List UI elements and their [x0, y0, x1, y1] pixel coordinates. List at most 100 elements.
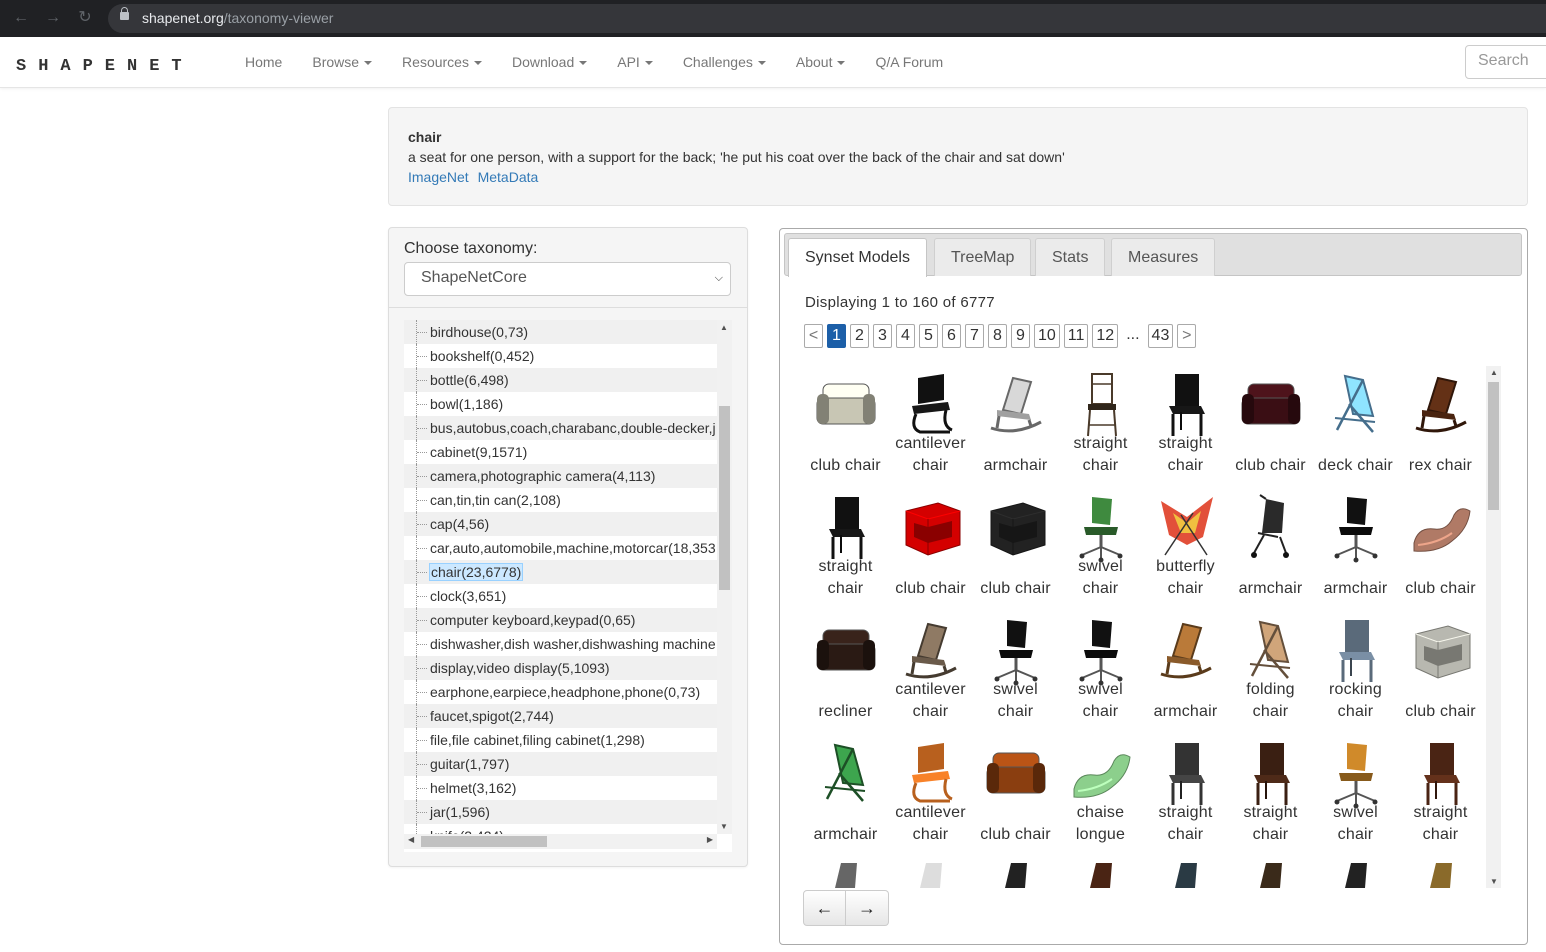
tab-stats[interactable]: Stats	[1035, 238, 1106, 276]
nav-resources[interactable]: Resources	[387, 37, 497, 88]
page-button[interactable]: 10	[1034, 324, 1060, 348]
page-button[interactable]: 3	[873, 324, 892, 348]
page-button[interactable]: 6	[942, 324, 961, 348]
tree-node[interactable]: birdhouse(0,73)	[404, 320, 717, 344]
scroll-thumb[interactable]	[421, 836, 547, 847]
model-thumbnail[interactable]: club chair	[1398, 612, 1483, 735]
model-thumbnail[interactable]: recliner	[803, 612, 888, 735]
model-thumbnail[interactable]: cantilever chair	[888, 735, 973, 858]
tree-horizontal-scrollbar[interactable]: ◀ ▶	[404, 834, 717, 849]
model-thumbnail[interactable]: club chair	[973, 489, 1058, 612]
prev-arrow-button[interactable]: ←	[803, 890, 846, 926]
tree-node[interactable]: guitar(1,797)	[404, 752, 717, 776]
model-thumbnail[interactable]: armchair	[1143, 612, 1228, 735]
taxonomy-select[interactable]: ShapeNetCore ⌵	[404, 262, 731, 296]
page-prev-button[interactable]: <	[804, 324, 823, 348]
tree-node[interactable]: cap(4,56)	[404, 512, 717, 536]
tree-node[interactable]: faucet,spigot(2,744)	[404, 704, 717, 728]
model-thumbnail[interactable]: cantilever chair	[888, 366, 973, 489]
tree-node[interactable]: bus,autobus,coach,charabanc,double-decke…	[404, 416, 717, 440]
scroll-left-icon[interactable]: ◀	[408, 835, 414, 844]
model-thumbnail[interactable]: club chair	[803, 366, 888, 489]
model-thumbnail[interactable]: straight chair	[1398, 735, 1483, 858]
tree-node[interactable]: knife(2,424)	[404, 824, 717, 834]
page-button[interactable]: 8	[988, 324, 1007, 348]
tree-node[interactable]: can,tin,tin can(2,108)	[404, 488, 717, 512]
taxonomy-tree[interactable]: birdhouse(0,73) bookshelf(0,452) bottle(6,…	[404, 320, 717, 834]
address-bar[interactable]: shapenet.org/taxonomy-viewer	[108, 4, 1546, 33]
model-thumbnail[interactable]: straight chair	[1228, 735, 1313, 858]
model-thumbnail[interactable]: armchair	[1228, 489, 1313, 612]
scroll-thumb[interactable]	[1488, 382, 1499, 510]
tab-treemap[interactable]: TreeMap	[934, 238, 1032, 276]
model-thumbnail[interactable]: straight chair	[803, 489, 888, 612]
model-thumbnail[interactable]: club chair	[1228, 366, 1313, 489]
page-button[interactable]: 1	[827, 324, 846, 348]
tree-node[interactable]: car,auto,automobile,machine,motorcar(18,…	[404, 536, 717, 560]
tab-synset-models[interactable]: Synset Models	[788, 238, 927, 277]
page-button[interactable]: 7	[965, 324, 984, 348]
scroll-thumb[interactable]	[719, 406, 730, 590]
tree-node[interactable]: jar(1,596)	[404, 800, 717, 824]
page-button-last[interactable]: 43	[1147, 324, 1174, 348]
model-thumbnail[interactable]: folding chair	[1228, 612, 1313, 735]
page-button[interactable]: 12	[1092, 324, 1119, 348]
model-thumbnail[interactable]: deck chair	[1313, 366, 1398, 489]
reload-icon[interactable]: ↻	[74, 7, 96, 29]
tree-node[interactable]: bowl(1,186)	[404, 392, 717, 416]
tree-vertical-scrollbar[interactable]: ▲ ▼	[717, 320, 732, 834]
imagenet-link[interactable]: ImageNet	[408, 169, 469, 185]
model-thumbnail[interactable]: butterfly chair	[1143, 489, 1228, 612]
model-thumbnail[interactable]: rocking chair	[1313, 612, 1398, 735]
scroll-up-icon[interactable]: ▲	[1490, 368, 1498, 377]
model-thumbnail[interactable]: club chair	[1398, 489, 1483, 612]
tree-node[interactable]: dishwasher,dish washer,dishwashing machi…	[404, 632, 717, 656]
tree-node[interactable]: helmet(3,162)	[404, 776, 717, 800]
nav-about[interactable]: About	[781, 37, 861, 88]
nav-challenges[interactable]: Challenges	[668, 37, 781, 88]
page-button[interactable]: 5	[919, 324, 938, 348]
tree-node[interactable]: file,file cabinet,filing cabinet(1,298)	[404, 728, 717, 752]
nav-browse[interactable]: Browse	[297, 37, 387, 88]
model-thumbnail[interactable]: armchair	[803, 735, 888, 858]
tree-node[interactable]: display,video display(5,1093)	[404, 656, 717, 680]
model-thumbnail[interactable]: rex chair	[1398, 366, 1483, 489]
page-button[interactable]: 9	[1011, 324, 1030, 348]
forward-icon[interactable]: →	[42, 7, 64, 29]
page-button[interactable]: 4	[896, 324, 915, 348]
tree-node[interactable]: bookshelf(0,452)	[404, 344, 717, 368]
tree-node[interactable]: clock(3,651)	[404, 584, 717, 608]
model-thumbnail[interactable]: swivel chair	[1313, 735, 1398, 858]
model-thumbnail[interactable]: armchair	[973, 366, 1058, 489]
scroll-down-icon[interactable]: ▼	[1490, 877, 1498, 886]
page-button[interactable]: 11	[1063, 324, 1089, 348]
model-thumbnail[interactable]: swivel chair	[1058, 489, 1143, 612]
scroll-right-icon[interactable]: ▶	[707, 835, 713, 844]
model-thumbnail[interactable]: chaise longue	[1058, 735, 1143, 858]
scroll-down-icon[interactable]: ▼	[720, 822, 728, 831]
nav-download[interactable]: Download	[497, 37, 602, 88]
back-icon[interactable]: ←	[10, 7, 32, 29]
model-thumbnail[interactable]: straight chair	[1058, 366, 1143, 489]
tree-node[interactable]: bottle(6,498)	[404, 368, 717, 392]
tree-node[interactable]: earphone,earpiece,headphone,phone(0,73)	[404, 680, 717, 704]
model-thumbnail[interactable]: club chair	[973, 735, 1058, 858]
model-thumbnail[interactable]: cantilever chair	[888, 612, 973, 735]
tree-node[interactable]: chair(23,6778)	[404, 560, 717, 584]
model-thumbnail[interactable]: armchair	[1313, 489, 1398, 612]
shapenet-logo[interactable]: SHAPENET	[16, 57, 194, 76]
page-next-button[interactable]: >	[1177, 324, 1197, 348]
tree-node[interactable]: camera,photographic camera(4,113)	[404, 464, 717, 488]
model-thumbnail[interactable]: swivel chair	[1058, 612, 1143, 735]
search-input[interactable]: Search	[1465, 45, 1546, 79]
nav-home[interactable]: Home	[230, 37, 297, 88]
page-button[interactable]: 2	[850, 324, 869, 348]
nav-api[interactable]: API	[602, 37, 668, 88]
tree-node[interactable]: cabinet(9,1571)	[404, 440, 717, 464]
gallery-scrollbar[interactable]: ▲ ▼	[1486, 366, 1501, 888]
metadata-link[interactable]: MetaData	[478, 169, 539, 185]
model-thumbnail[interactable]: club chair	[888, 489, 973, 612]
next-arrow-button[interactable]: →	[846, 890, 889, 926]
tree-node[interactable]: computer keyboard,keypad(0,65)	[404, 608, 717, 632]
model-thumbnail[interactable]: straight chair	[1143, 735, 1228, 858]
